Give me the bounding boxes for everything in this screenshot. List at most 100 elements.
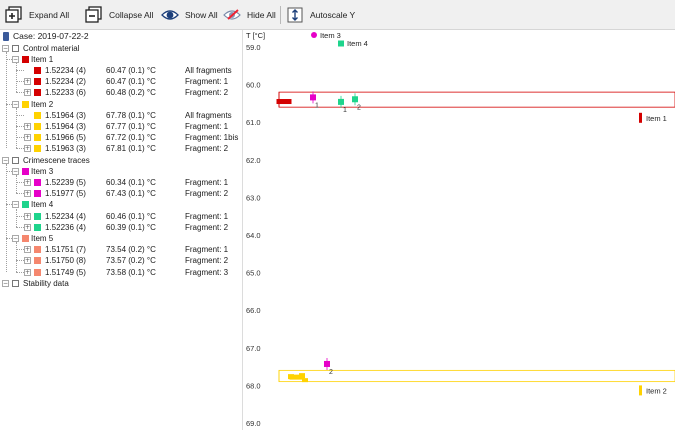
fragment-color-swatch[interactable] — [34, 268, 41, 276]
fragment-color-swatch[interactable] — [34, 134, 41, 142]
tree-item[interactable]: − Item 4 — [0, 199, 242, 210]
tree-guide — [16, 137, 24, 139]
fragment-row[interactable]: +1.51749 (5) 73.58 (0.1) °C Fragment: 3 — [0, 267, 242, 278]
fragment-row[interactable]: +1.52239 (5) 60.34 (0.1) °C Fragment: 1 — [0, 177, 242, 188]
expander-icon[interactable]: + — [24, 78, 31, 86]
expander-icon[interactable]: − — [2, 44, 9, 52]
expander-icon[interactable]: − — [12, 167, 19, 175]
point-item-3[interactable] — [310, 94, 316, 101]
expander-icon[interactable]: + — [24, 212, 31, 220]
fragment-color-swatch[interactable] — [34, 78, 41, 86]
tree-group[interactable]: − Stability data — [0, 278, 242, 289]
fragment-row[interactable]: +1.52233 (6) 60.48 (0.2) °C Fragment: 2 — [0, 87, 242, 98]
point-item-4[interactable] — [352, 96, 358, 103]
item-color-swatch[interactable] — [22, 234, 29, 242]
group-checkbox[interactable] — [12, 44, 19, 52]
expander-icon[interactable]: + — [24, 134, 31, 142]
show-all-button[interactable]: Show All — [160, 4, 218, 26]
fragment-name: Fragment: 1 — [185, 211, 229, 221]
point-item-2-fragment[interactable] — [299, 373, 305, 379]
fragment-row[interactable]: +1.51964 (3) 67.77 (0.1) °C Fragment: 1 — [0, 121, 242, 132]
expander-icon[interactable]: − — [2, 156, 9, 164]
fragment-row[interactable]: +1.51966 (5) 67.72 (0.1) °C Fragment: 1bis — [0, 132, 242, 143]
expander-icon[interactable]: + — [24, 145, 31, 153]
fragment-color-swatch[interactable] — [34, 111, 41, 119]
point-item-2-fragment[interactable] — [288, 374, 294, 380]
y-tick-label: 62.0 — [246, 156, 261, 165]
temperature-chart[interactable]: T [°C] 59.0 60.0 61.0 62.0 63.0 64.0 65.0 66.0 67… — [244, 30, 675, 430]
expander-icon[interactable]: + — [24, 89, 31, 97]
expander-icon[interactable]: − — [2, 279, 9, 287]
expander-icon[interactable]: + — [24, 246, 31, 254]
item-color-swatch[interactable] — [22, 100, 29, 108]
fragment-row[interactable]: +1.51963 (3) 67.81 (0.1) °C Fragment: 2 — [0, 143, 242, 154]
fragment-temperature: 60.48 (0.2) °C — [106, 88, 156, 98]
tree-item[interactable]: − Item 5 — [0, 233, 242, 244]
expander-icon[interactable]: + — [24, 122, 31, 130]
collapse-all-button[interactable]: Collapse All — [84, 4, 153, 26]
collapse-all-label: Collapse All — [109, 10, 154, 20]
expander-icon[interactable]: − — [12, 201, 19, 209]
autoscale-y-button[interactable]: Autoscale Y — [285, 4, 355, 26]
expander-icon[interactable]: + — [24, 223, 31, 231]
tree-guide — [16, 107, 17, 149]
fragment-row[interactable]: 1.52234 (4) 60.47 (0.1) °C All fragments — [0, 65, 242, 76]
fragment-color-swatch[interactable] — [34, 223, 41, 231]
tree-item[interactable]: − Item 2 — [0, 99, 242, 110]
tree-item[interactable]: − Item 1 — [0, 54, 242, 65]
fragment-row[interactable]: +1.52234 (2) 60.47 (0.1) °C Fragment: 1 — [0, 76, 242, 87]
item-color-swatch[interactable] — [22, 167, 29, 175]
fragment-color-swatch[interactable] — [34, 66, 41, 74]
tree-item[interactable]: − Item 3 — [0, 166, 242, 177]
fragment-color-swatch[interactable] — [34, 89, 41, 97]
fragment-temperature: 67.43 (0.1) °C — [106, 189, 156, 199]
expander-icon[interactable]: − — [12, 55, 19, 63]
fragment-color-swatch[interactable] — [34, 178, 41, 186]
fragment-temperature: 67.78 (0.1) °C — [106, 110, 156, 120]
fragment-row[interactable]: +1.51751 (7) 73.54 (0.2) °C Fragment: 1 — [0, 244, 242, 255]
expander-icon[interactable]: + — [24, 257, 31, 265]
expander-icon[interactable]: − — [12, 234, 19, 242]
item-color-swatch[interactable] — [22, 201, 29, 209]
point-item-4[interactable] — [338, 98, 344, 105]
tree-group[interactable]: − Crimescene traces — [0, 155, 242, 166]
fragment-temperature: 73.54 (0.2) °C — [106, 245, 156, 255]
fragment-row[interactable]: 1.51964 (3) 67.78 (0.1) °C All fragments — [0, 110, 242, 121]
fragment-color-swatch[interactable] — [34, 145, 41, 153]
eye-crossed-icon — [222, 5, 242, 25]
fragment-ri: 1.51749 (5) — [45, 267, 86, 277]
group-checkbox[interactable] — [12, 156, 19, 164]
hide-all-button[interactable]: Hide All — [222, 4, 276, 26]
fragment-ri: 1.52233 (6) — [45, 88, 86, 98]
expander-icon[interactable]: + — [24, 178, 31, 186]
chart-canvas[interactable]: T [°C] 59.0 60.0 61.0 62.0 63.0 64.0 65.0 66.0 67… — [244, 30, 675, 430]
expander-icon[interactable]: − — [12, 100, 19, 108]
fragment-row[interactable]: +1.52236 (4) 60.39 (0.1) °C Fragment: 2 — [0, 222, 242, 233]
fragment-color-swatch[interactable] — [34, 190, 41, 198]
fragment-color-swatch[interactable] — [34, 122, 41, 130]
y-tick-label: 64.0 — [246, 231, 261, 240]
fragment-row[interactable]: +1.51750 (8) 73.57 (0.2) °C Fragment: 2 — [0, 255, 242, 266]
item-label: Item 3 — [31, 166, 54, 176]
tree-group[interactable]: − Control material — [0, 43, 242, 54]
tree-guide — [16, 193, 24, 195]
expander-icon[interactable]: + — [24, 268, 31, 276]
fragment-ri: 1.51750 (8) — [45, 256, 86, 266]
tree-guide — [16, 226, 24, 228]
point-item-2-fragment[interactable] — [302, 378, 308, 383]
point-item-1[interactable] — [276, 99, 292, 105]
fragment-color-swatch[interactable] — [34, 257, 41, 265]
fragment-color-swatch[interactable] — [34, 246, 41, 254]
fragment-row[interactable]: +1.51977 (5) 67.43 (0.1) °C Fragment: 2 — [0, 188, 242, 199]
fragment-color-swatch[interactable] — [34, 212, 41, 220]
fragment-temperature: 60.47 (0.1) °C — [106, 77, 156, 87]
fragment-row[interactable]: +1.52234 (4) 60.46 (0.1) °C Fragment: 1 — [0, 211, 242, 222]
group-checkbox[interactable] — [12, 279, 19, 287]
point-item-3[interactable] — [324, 360, 330, 367]
expander-icon[interactable]: + — [24, 190, 31, 198]
item-color-swatch[interactable] — [22, 55, 29, 63]
expand-all-button[interactable]: Expand All — [4, 4, 69, 26]
fragment-temperature: 60.47 (0.1) °C — [106, 65, 156, 75]
y-tick-label: 66.0 — [246, 306, 261, 315]
fragment-ri: 1.51964 (3) — [45, 110, 86, 120]
